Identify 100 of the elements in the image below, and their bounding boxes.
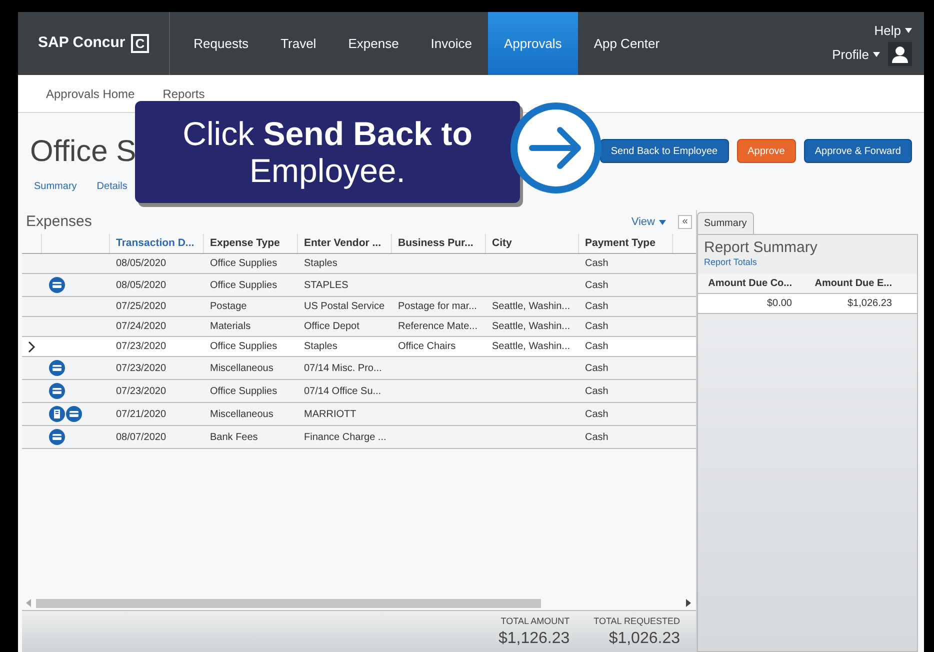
credit-card-icon xyxy=(49,360,65,376)
expense-row[interactable]: 08/05/2020 Office Supplies STAPLES Cash xyxy=(22,274,696,297)
total-value: $1,126.23 xyxy=(498,628,570,648)
logo-text: SAP Concur xyxy=(38,33,126,54)
collapse-button[interactable]: « xyxy=(678,215,692,229)
expense-row[interactable]: 07/25/2020 Postage US Postal Service Postage for mar... Seattle, Washin... Cash xyxy=(22,297,696,317)
summary-column-header[interactable]: Amount Due Co... xyxy=(708,278,792,288)
action-button[interactable]: Send Back to Employee xyxy=(600,139,729,163)
table-cell: Cash xyxy=(585,258,608,269)
nav-tab[interactable]: Invoice xyxy=(414,12,488,75)
table-cell: 07/23/2020 xyxy=(116,362,166,374)
receipt-icon xyxy=(49,406,65,422)
table-cell: Office Chairs xyxy=(398,341,456,352)
table-cell: Reference Mate... xyxy=(398,321,478,332)
table-cell: Materials xyxy=(210,321,251,332)
profile-menu[interactable]: Profile xyxy=(832,44,880,64)
nav-tab[interactable]: App Center xyxy=(578,12,676,75)
view-menu[interactable]: View xyxy=(631,214,666,230)
nav-tab[interactable]: Requests xyxy=(178,12,265,75)
table-cell: Cash xyxy=(585,280,608,290)
expense-row[interactable]: 08/07/2020 Bank Fees Finance Charge ... Cash xyxy=(22,426,696,449)
table-cell: 07/14 Misc. Pro... xyxy=(304,362,382,374)
expenses-heading: Expenses xyxy=(26,212,92,232)
total-label: TOTAL AMOUNT xyxy=(500,615,570,628)
horizontal-scrollbar[interactable] xyxy=(26,596,692,610)
expense-row[interactable]: 08/05/2020 Office Supplies Staples Cash xyxy=(22,254,696,274)
table-cell: 07/14 Office Su... xyxy=(304,386,382,396)
table-cell: 08/05/2020 xyxy=(116,280,166,290)
expense-row[interactable]: 07/23/2020 Miscellaneous 07/14 Misc. Pro... Cash xyxy=(22,357,696,380)
callout-text: Click Send Back to Employee. xyxy=(182,115,474,189)
table-cell: US Postal Service xyxy=(304,301,385,312)
credit-card-icon xyxy=(49,277,65,293)
table-cell: Postage for mar... xyxy=(398,301,477,312)
table-cell: Office Supplies xyxy=(210,258,278,269)
action-button[interactable]: Approve & Forward xyxy=(804,139,912,163)
nav-tab[interactable]: Expense xyxy=(332,12,415,75)
scroll-right-icon[interactable] xyxy=(686,599,692,607)
column-header[interactable]: Expense Type xyxy=(204,234,298,253)
column-header[interactable]: Transaction D... xyxy=(110,234,204,253)
table-cell: Cash xyxy=(585,432,608,442)
table-cell: MARRIOTT xyxy=(304,408,356,420)
table-cell: Cash xyxy=(585,321,608,332)
table-cell: Postage xyxy=(210,301,247,312)
summary-tab[interactable]: Summary xyxy=(697,212,754,234)
caret-icon xyxy=(659,220,666,224)
caret-icon xyxy=(873,52,880,57)
table-cell: Office Depot xyxy=(304,321,360,332)
user-avatar-icon[interactable] xyxy=(888,42,912,66)
nav-tab[interactable]: Approvals xyxy=(488,12,578,75)
column-header[interactable]: Payment Type xyxy=(579,234,673,253)
expense-row[interactable]: 07/23/2020 Office Supplies Staples Office Chairs Seattle, Washin... Cash xyxy=(22,337,696,357)
help-menu[interactable]: Help xyxy=(874,20,912,40)
summary-cell: $0.00 xyxy=(766,298,792,308)
summary-cell: $1,026.23 xyxy=(848,298,892,308)
column-header[interactable]: City xyxy=(486,234,579,253)
table-cell: Seattle, Washin... xyxy=(492,301,570,312)
summary-subtitle[interactable]: Report Totals xyxy=(704,256,911,274)
table-cell: Cash xyxy=(585,408,608,420)
table-cell: Miscellaneous xyxy=(210,362,274,374)
expense-row[interactable]: 07/21/2020 Miscellaneous MARRIOTT Cash xyxy=(22,403,696,426)
subnav-link[interactable]: Approvals Home xyxy=(46,84,135,102)
table-cell: 07/21/2020 xyxy=(116,408,166,420)
table-cell: Office Supplies xyxy=(210,341,278,352)
table-cell: Seattle, Washin... xyxy=(492,341,570,352)
column-header[interactable]: Enter Vendor ... xyxy=(298,234,392,253)
expense-row[interactable]: 07/24/2020 Materials Office Depot Reference Mate... Seattle, Washin... Cash xyxy=(22,317,696,337)
table-cell: Cash xyxy=(585,301,608,312)
table-cell: 07/23/2020 xyxy=(116,341,166,352)
report-link[interactable]: Details xyxy=(96,179,128,194)
table-cell: 07/25/2020 xyxy=(116,301,166,312)
total-label: TOTAL REQUESTED xyxy=(594,615,680,628)
table-cell: Office Supplies xyxy=(210,386,278,396)
table-cell: Miscellaneous xyxy=(210,408,274,420)
subnav-link[interactable]: Reports xyxy=(162,84,205,102)
column-header[interactable]: Business Pur... xyxy=(392,234,486,253)
credit-card-icon xyxy=(49,429,65,445)
expense-row[interactable]: 07/23/2020 Office Supplies 07/14 Office Su... Cash xyxy=(22,380,696,403)
total-value: $1,026.23 xyxy=(608,628,680,648)
nav-tab[interactable]: Travel xyxy=(264,12,332,75)
table-cell: STAPLES xyxy=(304,280,348,290)
table-cell: Finance Charge ... xyxy=(304,432,386,442)
table-cell: Cash xyxy=(585,386,608,396)
table-cell: Cash xyxy=(585,362,608,374)
credit-card-icon xyxy=(49,383,65,399)
summary-title: Report Summary xyxy=(704,239,818,256)
credit-card-icon xyxy=(66,406,82,422)
table-cell: Office Supplies xyxy=(210,280,278,290)
table-cell: 08/07/2020 xyxy=(116,432,166,442)
table-cell: 07/24/2020 xyxy=(116,321,166,332)
table-cell: Staples xyxy=(304,258,338,269)
summary-column-header[interactable]: Amount Due E... xyxy=(814,278,892,288)
logo-mark: C xyxy=(131,34,149,53)
table-cell: Staples xyxy=(304,341,338,352)
caret-icon xyxy=(905,28,912,33)
table-cell: Bank Fees xyxy=(210,432,258,442)
report-title: Office S xyxy=(30,135,136,169)
report-link[interactable]: Summary xyxy=(34,179,77,194)
table-cell: Cash xyxy=(585,341,608,352)
table-cell: Seattle, Washin... xyxy=(492,321,570,332)
table-cell: 08/05/2020 xyxy=(116,258,166,269)
